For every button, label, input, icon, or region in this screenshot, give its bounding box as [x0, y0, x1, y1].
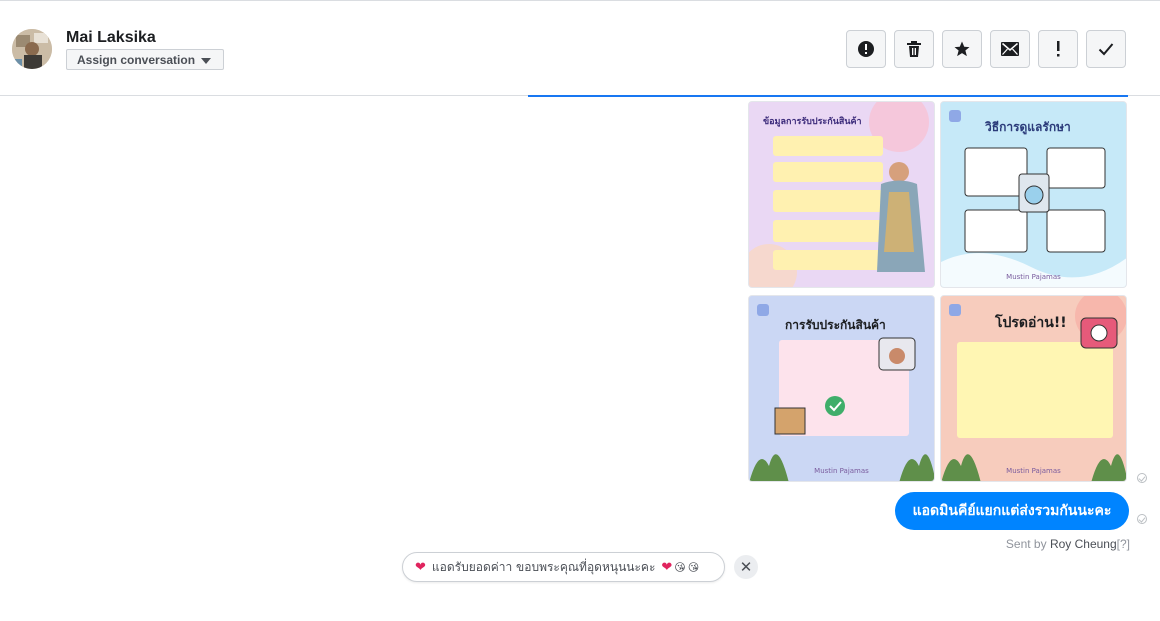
exclamation-icon [1057, 41, 1060, 57]
follow-up-button[interactable] [1038, 30, 1078, 68]
seen-status-icon [1137, 473, 1147, 483]
star-icon [954, 41, 970, 57]
image-title: ข้อมูลการรับประกันสินค้า [763, 117, 862, 127]
seen-status-icon [1137, 514, 1147, 524]
image-attachments: ข้อมูลการรับประกันสินค้า วิธีการดูแลรักษ… [748, 101, 1128, 483]
image-care-instructions[interactable]: วิธีการดูแลรักษา Mustin Pajamas [940, 101, 1127, 288]
message-bubble[interactable]: แอดมินคีย์แยกแต่ส่งรวมกันนะคะ [895, 492, 1129, 530]
heart-icon: ❤ [661, 559, 673, 575]
close-suggestion-button[interactable]: ✕ [734, 555, 758, 579]
mark-unread-button[interactable] [990, 30, 1030, 68]
kiss-emoji-icon: 😘 [674, 560, 686, 574]
assign-conversation-button[interactable]: Assign conversation [66, 49, 224, 70]
envelope-icon [1001, 42, 1019, 56]
sent-by: Sent by Roy Cheung[?] [1006, 537, 1130, 551]
image-title: โปรดอ่าน!! [995, 315, 1067, 331]
close-icon: ✕ [739, 559, 753, 576]
message-text: แอดมินคีย์แยกแต่ส่งรวมกันนะคะ [912, 503, 1112, 519]
image-footer: Mustin Pajamas [1006, 467, 1061, 475]
avatar[interactable] [12, 29, 52, 69]
image-warranty-info[interactable]: ข้อมูลการรับประกันสินค้า [748, 101, 935, 288]
conversation-header: Mai Laksika Assign conversation [0, 1, 1160, 96]
image-please-read[interactable]: โปรดอ่าน!! Mustin Pajamas [940, 295, 1127, 482]
image-footer: Mustin Pajamas [1006, 273, 1061, 281]
sent-by-help-link[interactable]: [?] [1117, 537, 1130, 551]
message-divider [528, 95, 1128, 97]
trash-icon [907, 41, 921, 57]
chevron-down-icon [201, 58, 211, 64]
quick-reply-suggestion[interactable]: ❤ แอดรับยอดค่าา ขอบพระคุณที่อุดหนุนนะคะ … [402, 552, 725, 582]
checkmark-icon [1098, 43, 1114, 56]
image-footer: Mustin Pajamas [814, 467, 869, 475]
sent-by-prefix: Sent by [1005, 537, 1047, 551]
alert-circle-icon [858, 41, 874, 57]
mark-done-button[interactable] [1086, 30, 1126, 68]
kiss-emoji-icon: 😘 [687, 560, 700, 574]
heart-icon: ❤ [415, 559, 426, 575]
image-title: การรับประกันสินค้า [785, 318, 886, 332]
spam-button[interactable] [846, 30, 886, 68]
image-title: วิธีการดูแลรักษา [985, 120, 1071, 134]
quick-reply-text: แอดรับยอดค่าา ขอบพระคุณที่อุดหนุนนะคะ [431, 559, 656, 574]
assign-conversation-label: Assign conversation [77, 53, 196, 67]
sent-by-name[interactable]: Roy Cheung [1050, 537, 1117, 551]
delete-button[interactable] [894, 30, 934, 68]
contact-name[interactable]: Mai Laksika [66, 29, 156, 47]
star-button[interactable] [942, 30, 982, 68]
image-product-warranty[interactable]: การรับประกันสินค้า Mustin Pajamas [748, 295, 935, 482]
